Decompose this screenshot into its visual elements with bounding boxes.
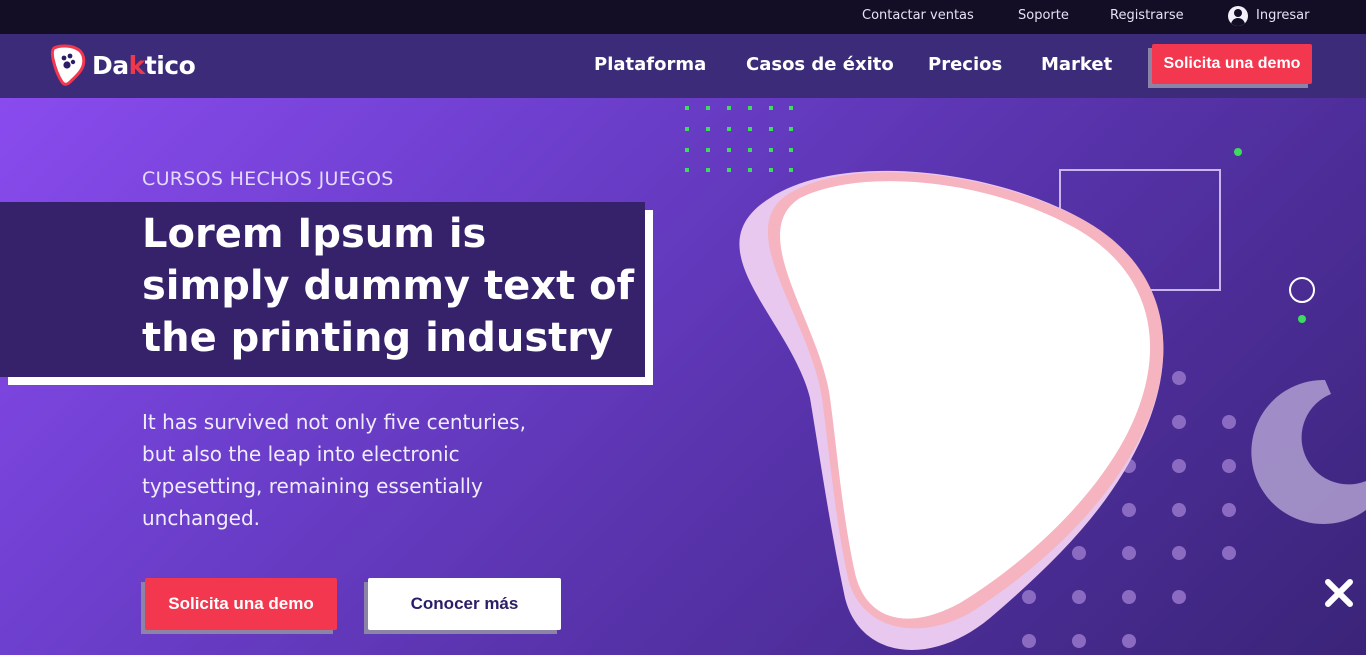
hero-learn-more-button[interactable]: Conocer más — [368, 578, 561, 630]
utility-bar: Contactar ventas Soporte Registrarse Ing… — [0, 0, 1366, 34]
nav-item-precios[interactable]: Precios — [928, 54, 1002, 75]
main-nav: Daktico Plataforma Casos de éxito Precio… — [0, 34, 1366, 98]
register-link[interactable]: Registrarse — [1110, 8, 1184, 23]
support-link[interactable]: Soporte — [1018, 8, 1069, 23]
paw-tooth-logo-icon[interactable] — [50, 44, 86, 86]
nav-item-plataforma[interactable]: Plataforma — [594, 54, 706, 75]
brand-name-end: tico — [144, 51, 196, 80]
hero-title: Lorem Ipsum is simply dummy text of the … — [142, 211, 634, 361]
nav-item-casos-de-exito[interactable]: Casos de éxito — [746, 54, 894, 75]
hero-request-demo-button[interactable]: Solicita una demo — [145, 578, 337, 630]
close-x-icon[interactable] — [1322, 576, 1356, 610]
contact-sales-link[interactable]: Contactar ventas — [862, 8, 974, 23]
brand-name-start: Da — [92, 51, 129, 80]
green-dot — [1234, 148, 1242, 156]
hero-lead-text: It has survived not only five centuries,… — [142, 410, 526, 530]
blob-white-shape — [780, 181, 1151, 619]
user-circle-icon[interactable] — [1228, 6, 1248, 26]
brand-wordmark[interactable]: Daktico — [92, 51, 196, 80]
nav-request-demo-button[interactable]: Solicita una demo — [1152, 44, 1312, 84]
green-dot-small — [1298, 315, 1306, 323]
hero-section: CURSOS HECHOS JUEGOS Lorem Ipsum is simp… — [0, 98, 1366, 655]
ring-shape — [1289, 277, 1315, 303]
arc-ring-shape — [1251, 379, 1366, 524]
nav-item-market[interactable]: Market — [1041, 54, 1112, 75]
hero-eyebrow: CURSOS HECHOS JUEGOS — [142, 168, 394, 190]
login-link[interactable]: Ingresar — [1256, 8, 1309, 23]
brand-name-k: k — [128, 51, 146, 80]
green-dot-grid — [685, 106, 793, 172]
